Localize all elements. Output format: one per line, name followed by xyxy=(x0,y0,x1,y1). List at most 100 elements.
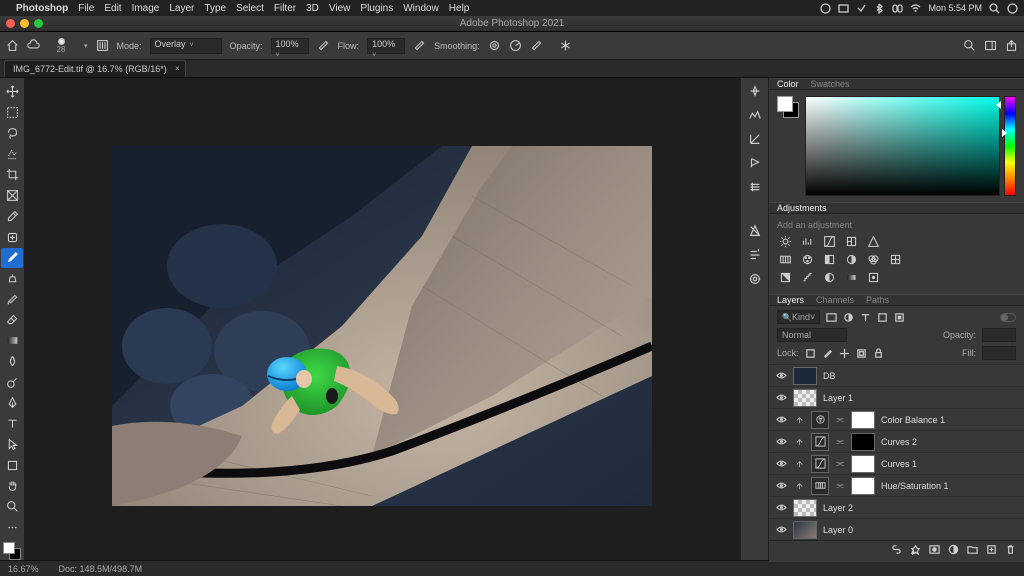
adj-colorlookup-icon[interactable] xyxy=(887,252,903,266)
document-tab[interactable]: IMG_6772-Edit.tif @ 16.7% (RGB/16*) × xyxy=(4,60,186,77)
layer-row[interactable]: Layer 0 xyxy=(769,518,1024,540)
layer-row[interactable]: ⫘Hue/Saturation 1 xyxy=(769,474,1024,496)
clone-stamp-tool[interactable] xyxy=(1,269,23,289)
layer-filter-kind[interactable]: 🔍Kind ˅ xyxy=(777,310,820,324)
visibility-toggle-icon[interactable] xyxy=(775,458,787,469)
new-layer-icon[interactable] xyxy=(986,544,997,555)
visibility-toggle-icon[interactable] xyxy=(775,436,787,447)
new-adjustment-icon[interactable] xyxy=(948,544,959,555)
bluetooth-icon[interactable] xyxy=(874,3,885,14)
workspace-icon[interactable] xyxy=(984,39,997,52)
visibility-toggle-icon[interactable] xyxy=(775,480,787,491)
panel-icon[interactable] xyxy=(748,156,762,170)
delete-layer-icon[interactable] xyxy=(1005,544,1016,555)
layer-name[interactable]: Curves 2 xyxy=(881,437,917,447)
pressure-opacity-icon[interactable] xyxy=(317,39,330,52)
menubar-clock[interactable]: Mon 5:54 PM xyxy=(928,3,982,13)
layer-name[interactable]: Layer 1 xyxy=(823,393,853,403)
panel-icon[interactable] xyxy=(748,180,762,194)
eyedropper-tool[interactable] xyxy=(1,206,23,226)
adj-threshold-icon[interactable] xyxy=(821,270,837,284)
foreground-background-swatch[interactable] xyxy=(3,542,21,560)
status-icon[interactable] xyxy=(838,3,849,14)
adj-levels-icon[interactable] xyxy=(799,234,815,248)
lasso-tool[interactable] xyxy=(1,123,23,143)
layer-name[interactable]: Layer 2 xyxy=(823,503,853,513)
adj-curves-icon[interactable] xyxy=(821,234,837,248)
filter-type-icon[interactable] xyxy=(860,312,871,323)
adj-bw-icon[interactable] xyxy=(821,252,837,266)
pen-tool[interactable] xyxy=(1,393,23,413)
layer-opacity-input[interactable] xyxy=(982,328,1016,342)
shape-tool[interactable] xyxy=(1,455,23,475)
adj-posterize-icon[interactable] xyxy=(799,270,815,284)
siri-icon[interactable] xyxy=(1007,3,1018,14)
filter-toggle[interactable] xyxy=(1000,313,1016,322)
layer-row[interactable]: ⫘Curves 1 xyxy=(769,452,1024,474)
adj-brightness-icon[interactable] xyxy=(777,234,793,248)
layer-name[interactable]: Hue/Saturation 1 xyxy=(881,481,949,491)
color-field[interactable] xyxy=(805,96,1000,196)
layer-mask-thumb[interactable] xyxy=(851,477,875,495)
add-mask-icon[interactable] xyxy=(929,544,940,555)
pressure-size-icon[interactable] xyxy=(530,39,543,52)
menu-help[interactable]: Help xyxy=(449,3,470,14)
new-group-icon[interactable] xyxy=(967,544,978,555)
brush-tool[interactable] xyxy=(1,248,23,268)
brush-settings-icon[interactable] xyxy=(96,39,109,52)
color-fg-bg-swatch[interactable] xyxy=(777,96,799,118)
eraser-tool[interactable] xyxy=(1,310,23,330)
menu-edit[interactable]: Edit xyxy=(104,3,121,14)
quick-select-tool[interactable] xyxy=(1,144,23,164)
status-icon[interactable] xyxy=(856,3,867,14)
airbrush-icon[interactable] xyxy=(413,39,426,52)
panel-icon[interactable] xyxy=(748,224,762,238)
menu-view[interactable]: View xyxy=(329,3,351,14)
layer-mask-thumb[interactable] xyxy=(851,433,875,451)
marquee-tool[interactable] xyxy=(1,103,23,123)
zoom-level[interactable]: 16.67% xyxy=(8,564,39,574)
filter-shape-icon[interactable] xyxy=(877,312,888,323)
menu-layer[interactable]: Layer xyxy=(169,3,194,14)
document-canvas[interactable] xyxy=(24,78,740,560)
adj-invert-icon[interactable] xyxy=(777,270,793,284)
layer-row[interactable]: ⫘Curves 2 xyxy=(769,430,1024,452)
layer-fill-input[interactable] xyxy=(982,346,1016,360)
visibility-toggle-icon[interactable] xyxy=(775,414,787,425)
panel-icon[interactable] xyxy=(748,272,762,286)
share-icon[interactable] xyxy=(1005,39,1018,52)
layer-name[interactable]: Curves 1 xyxy=(881,459,917,469)
app-menu[interactable]: Photoshop xyxy=(16,3,68,14)
menu-filter[interactable]: Filter xyxy=(274,3,296,14)
hue-slider[interactable] xyxy=(1004,96,1016,196)
tab-color[interactable]: Color xyxy=(777,79,799,89)
lock-transparent-icon[interactable] xyxy=(805,348,816,359)
menu-window[interactable]: Window xyxy=(403,3,439,14)
opacity-input[interactable]: 100% ˅ xyxy=(271,38,309,54)
panel-icon[interactable] xyxy=(748,132,762,146)
filter-smart-icon[interactable] xyxy=(894,312,905,323)
close-tab-icon[interactable]: × xyxy=(175,64,180,73)
visibility-toggle-icon[interactable] xyxy=(775,524,787,535)
layer-row[interactable]: Layer 1 xyxy=(769,386,1024,408)
layer-name[interactable]: Layer 0 xyxy=(823,525,853,535)
dodge-tool[interactable] xyxy=(1,372,23,392)
layer-row[interactable]: DB xyxy=(769,364,1024,386)
control-center-icon[interactable] xyxy=(892,3,903,14)
tab-swatches[interactable]: Swatches xyxy=(811,79,850,89)
doc-size[interactable]: Doc: 148.5M/498.7M xyxy=(59,564,143,574)
panel-icon[interactable] xyxy=(748,84,762,98)
adj-hue-icon[interactable] xyxy=(777,252,793,266)
adj-gradmap-icon[interactable] xyxy=(843,270,859,284)
tab-layers[interactable]: Layers xyxy=(777,295,804,305)
blend-mode-dropdown[interactable]: Overlay ˅ xyxy=(150,38,222,54)
move-tool[interactable] xyxy=(1,82,23,102)
filter-adj-icon[interactable] xyxy=(843,312,854,323)
adj-exposure-icon[interactable] xyxy=(843,234,859,248)
window-close-button[interactable] xyxy=(6,19,15,28)
status-icon[interactable] xyxy=(820,3,831,14)
visibility-toggle-icon[interactable] xyxy=(775,392,787,403)
symmetry-icon[interactable] xyxy=(559,39,572,52)
tab-adjustments[interactable]: Adjustments xyxy=(777,203,827,213)
home-icon[interactable] xyxy=(6,39,19,52)
